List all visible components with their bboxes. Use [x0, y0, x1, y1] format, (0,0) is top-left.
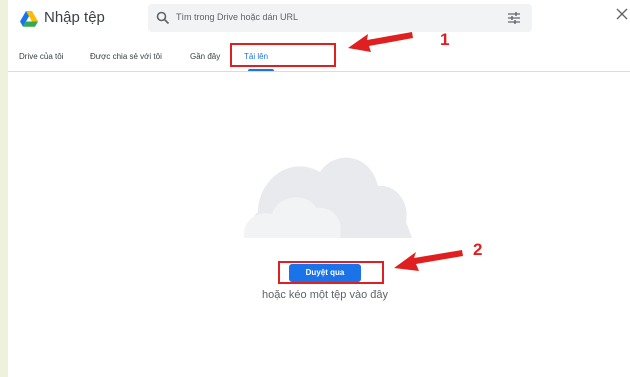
search-input[interactable]: Tìm trong Drive hoặc dán URL [176, 12, 298, 22]
tab-shared-with-me[interactable]: Được chia sẻ với tôi [90, 52, 162, 61]
tab-my-drive[interactable]: Drive của tôi [19, 52, 63, 61]
annotation-number-2: 2 [473, 240, 483, 259]
cloud-illustration [244, 157, 412, 238]
filter-icon[interactable] [508, 12, 520, 24]
dialog-title: Nhập tệp [44, 9, 105, 26]
annotation-arrow-1-icon [348, 32, 413, 52]
close-icon[interactable] [616, 8, 628, 20]
import-file-dialog: Nhập tệp Tìm trong Drive hoặc dán URL Dr… [8, 0, 630, 377]
drive-logo-icon [20, 11, 38, 27]
tab-recent[interactable]: Gần đây [190, 52, 220, 61]
annotation-number-1: 1 [440, 30, 450, 49]
drag-drop-hint: hoặc kéo một tệp vào đây [262, 289, 388, 301]
annotation-box-upload-tab [230, 43, 336, 67]
tabs-divider [8, 71, 630, 72]
annotation-arrow-2-icon [394, 250, 463, 271]
annotation-box-browse-button [278, 261, 384, 284]
search-box[interactable]: Tìm trong Drive hoặc dán URL [148, 4, 532, 32]
search-icon[interactable] [156, 11, 170, 25]
